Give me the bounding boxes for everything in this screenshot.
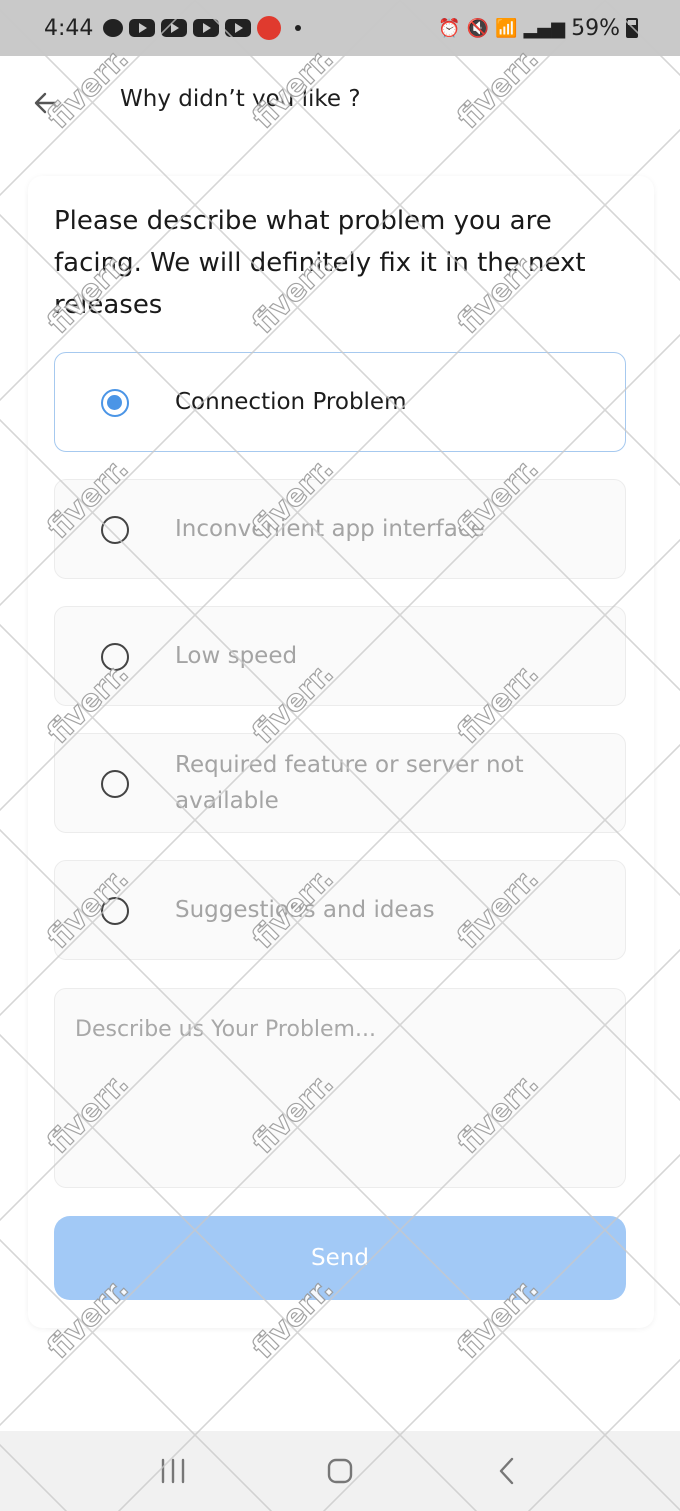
option-required-feature[interactable]: Required feature or server not available (54, 733, 626, 833)
more-notifications-dot-icon (295, 25, 302, 31)
option-connection-problem[interactable]: Connection Problem (54, 352, 626, 452)
youtube-notification-icon (129, 19, 156, 37)
back-arrow-icon (34, 92, 60, 114)
app-notification-icon (257, 16, 282, 40)
youtube-notification-icon (225, 19, 252, 37)
option-label: Connection Problem (175, 389, 407, 415)
battery-percent: 59% (571, 15, 620, 41)
home-icon (327, 1458, 353, 1484)
page-title: Why didn’t you like ? (120, 86, 361, 112)
app-header: Why didn’t you like ? (0, 56, 680, 152)
back-button[interactable] (30, 86, 64, 120)
radio-unselected-icon[interactable] (101, 897, 129, 925)
mute-icon: 🔇 (466, 17, 490, 39)
youtube-notification-icon (193, 19, 220, 37)
recents-icon (162, 1458, 185, 1484)
problem-description-input[interactable] (54, 988, 626, 1188)
option-label: Required feature or server not available (175, 752, 524, 814)
nav-back-button[interactable] (477, 1441, 537, 1501)
status-bar-right: ⏰ 🔇 📶 ▂▄▆ 59% (438, 16, 638, 41)
alarm-icon: ⏰ (438, 17, 461, 39)
question-text: Please describe what problem you are fac… (54, 206, 586, 320)
system-nav-bar (0, 1431, 680, 1511)
option-suggestions[interactable]: Suggestions and ideas (54, 860, 626, 960)
home-button[interactable] (310, 1441, 370, 1501)
nav-back-icon (499, 1457, 513, 1485)
youtube-notification-icon (161, 19, 188, 37)
radio-unselected-icon[interactable] (101, 770, 129, 798)
recents-button[interactable] (143, 1441, 203, 1501)
chat-notification-icon (103, 19, 124, 37)
radio-unselected-icon[interactable] (101, 643, 129, 671)
send-button[interactable]: Send (54, 1216, 626, 1300)
option-low-speed[interactable]: Low speed (54, 606, 626, 706)
signal-icon: ▂▄▆ (523, 17, 566, 39)
option-label: Low speed (175, 643, 298, 669)
status-bar-left: 4:44 (44, 15, 302, 41)
radio-unselected-icon[interactable] (101, 516, 129, 544)
option-label: Suggestions and ideas (175, 897, 435, 923)
status-bar: 4:44 ⏰ 🔇 📶 ▂▄▆ 59% (0, 0, 680, 56)
radio-selected-icon[interactable] (101, 389, 129, 417)
battery-icon (626, 18, 638, 38)
option-label: Inconvenient app interface (175, 516, 485, 542)
status-time: 4:44 (44, 15, 94, 41)
wifi-icon: 📶 (495, 17, 518, 39)
option-inconvenient-interface[interactable]: Inconvenient app interface (54, 479, 626, 579)
